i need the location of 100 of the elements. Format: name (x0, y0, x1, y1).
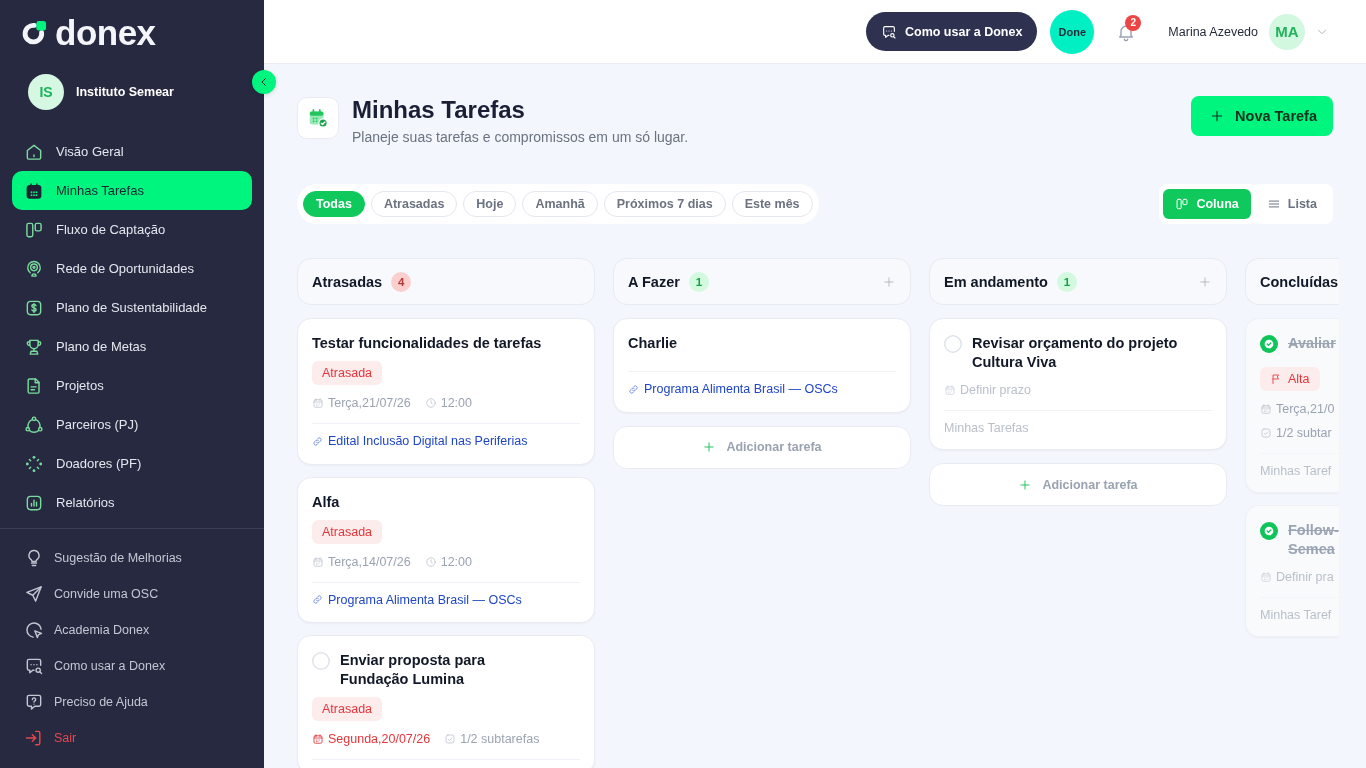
task-checkbox[interactable] (1260, 335, 1278, 353)
help-button[interactable]: Como usar a Donex (865, 12, 1038, 51)
project-label: Minhas Taref (1260, 464, 1332, 478)
sidebar-link[interactable]: Sugestão de Melhorias (0, 540, 264, 576)
calendar-icon (312, 733, 324, 745)
plus-icon (702, 440, 717, 454)
task-card[interactable]: Revisar orçamento do projeto Cultura Viva Definir prazo Minhas Tarefas (929, 318, 1227, 450)
filter-chip[interactable]: Este mês (731, 191, 813, 217)
column-title: Em andamento (944, 273, 1048, 290)
task-title: Follow- Semea (1288, 521, 1339, 559)
calendar-icon (944, 384, 956, 396)
count-badge: 1 (1056, 271, 1077, 292)
chat-search-icon (24, 656, 44, 676)
filter-chip[interactable]: Hoje (463, 191, 517, 217)
sidebar-link[interactable]: Como usar a Donex (0, 648, 264, 684)
filter-chip[interactable]: Atrasadas (370, 191, 458, 217)
subtask-count: 1/2 subtarefas (460, 731, 540, 747)
page-title: Minhas Tarefas (352, 96, 526, 124)
due-date: Terça,21/0 (1276, 401, 1335, 417)
task-card[interactable]: Testar funcionalidades de tarefas Atrasada Terça,21/07/26 12:00 Edital Inclusão Digital nas Periferias (297, 318, 595, 465)
nav-item[interactable]: Fluxo de Captação (12, 210, 252, 249)
clock-icon (424, 397, 437, 409)
page-subtitle: Planeje suas tarefas e compromissos em um só lugar. (352, 128, 690, 146)
calendar-icon (312, 397, 324, 409)
task-card[interactable]: Alfa Atrasada Terça,14/07/26 12:00 Programa Alimenta Brasil — OSCs (297, 476, 595, 623)
task-title: Revisar orçamento do projeto Cultura Viva (972, 334, 1179, 372)
sidebar-link[interactable]: Convide uma OSC (0, 576, 264, 612)
org-name: Instituto Semear (76, 85, 174, 99)
due-date: Terça,21/07/26 (328, 395, 411, 411)
due-date: Segunda,20/07/26 (328, 731, 431, 747)
calendar-check-icon (297, 97, 339, 139)
project-label: Minhas Taref (1260, 608, 1332, 622)
clock-icon (424, 555, 437, 568)
project-link[interactable]: Programa Alimenta Brasil — OSCs (312, 591, 522, 608)
project-link[interactable]: Edital Inclusão Digital nas Periferias (312, 433, 528, 449)
nav-item[interactable]: Minhas Tarefas (12, 171, 252, 210)
due-time: 12:00 (440, 395, 472, 411)
columns-icon (1175, 197, 1190, 211)
project-label: Minhas Tarefas (944, 421, 1029, 435)
plus-icon[interactable] (1198, 274, 1212, 289)
radar-icon (24, 258, 44, 279)
filter-chip[interactable]: Próximos 7 dias (603, 191, 726, 217)
calendar-icon (312, 555, 324, 568)
sidebar-link[interactable]: Sair (0, 720, 264, 756)
calendar-icon (24, 180, 44, 201)
no-date-text: Definir prazo (960, 382, 1031, 398)
task-card[interactable]: Charlie Programa Alimenta Brasil — OSCs (613, 318, 911, 413)
collapse-button[interactable] (252, 70, 276, 94)
exit-icon (24, 728, 44, 748)
flag-icon (1270, 373, 1282, 385)
help-icon (24, 692, 44, 712)
subtask-icon (1260, 427, 1272, 439)
nav-item[interactable]: Projetos (12, 366, 252, 405)
sidebar-link[interactable]: Academia Donex (0, 612, 264, 648)
nav-item[interactable]: Visão Geral (12, 132, 252, 171)
task-title: Alfa (312, 492, 340, 512)
subtask-count: 1/2 subtar (1276, 425, 1332, 441)
subtask-icon (444, 733, 457, 745)
nav-item[interactable]: Plano de Metas (12, 327, 252, 366)
link-icon (312, 594, 323, 605)
nav-item[interactable]: Plano de Sustentabilidade (12, 288, 252, 327)
new-task-button[interactable]: Nova Tarefa (1191, 96, 1333, 136)
task-checkbox[interactable] (312, 652, 330, 670)
task-checkbox[interactable] (944, 335, 962, 353)
column-title: Concluídas (1260, 273, 1339, 290)
status-badge: Atrasada (312, 519, 383, 544)
nav-item[interactable]: Doadores (PF) (12, 444, 252, 483)
send-icon (24, 584, 44, 604)
column-title: A Fazer (628, 273, 680, 290)
link-icon (628, 383, 639, 395)
notification-badge: 2 (1125, 14, 1142, 31)
no-date-text: Definir pra (1276, 569, 1334, 585)
status-badge: Atrasada (312, 361, 383, 385)
dotted-circle-icon (24, 453, 44, 474)
project-link[interactable]: Programa Alimenta Brasil — OSCs (628, 381, 838, 397)
task-title: Testar funcionalidades de tarefas (312, 334, 542, 353)
logo-icon (20, 19, 47, 47)
status-badge: Atrasada (312, 697, 383, 721)
task-title: Enviar proposta para Fundação Lumina (340, 651, 487, 689)
task-title: Charlie (628, 334, 678, 353)
due-time: 12:00 (440, 553, 472, 570)
plus-icon (1018, 477, 1033, 492)
calendar-icon (1260, 571, 1272, 583)
calendar-icon (1260, 403, 1272, 415)
sidebar-link[interactable]: Preciso de Ajuda (0, 684, 264, 720)
task-card[interactable]: Enviar proposta para Fundação Lumina Atrasada Segunda,20/07/26 1/2 subtarefas (297, 635, 595, 768)
task-card[interactable]: Avaliar Alta Terça,21/0 1/2 subtar Minhas Taref (1245, 318, 1339, 493)
column-title: Atrasadas (312, 273, 383, 290)
task-checkbox[interactable] (1260, 522, 1278, 540)
nav-item[interactable]: Rede de Oportunidades (12, 249, 252, 288)
filter-chip[interactable]: Amanhã (522, 191, 598, 217)
network-icon (24, 414, 44, 435)
assistant-button[interactable]: Done (1050, 9, 1095, 54)
due-date: Terça,14/07/26 (328, 553, 411, 570)
cursor-icon (24, 620, 44, 640)
plus-icon[interactable] (882, 274, 896, 289)
count-badge: 4 (391, 271, 412, 292)
nav-item[interactable]: Parceiros (PJ) (12, 405, 252, 444)
view-option[interactable]: Lista (1254, 189, 1329, 219)
nav-item[interactable]: Relatórios (12, 483, 252, 522)
